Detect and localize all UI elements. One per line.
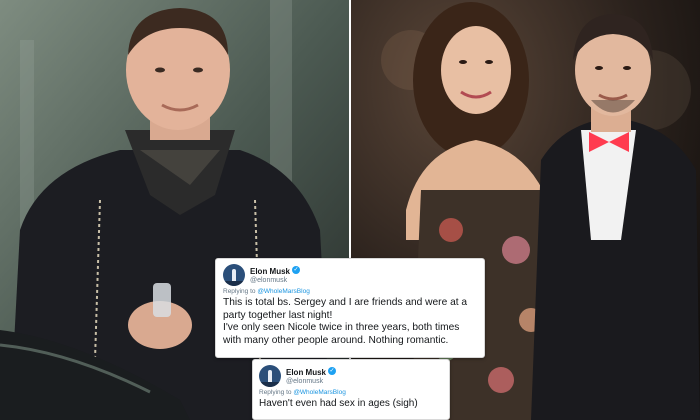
tweet-card[interactable]: Elon Musk ✓ @elonmusk Replying to @WholeM… bbox=[252, 359, 450, 420]
tweet-card[interactable]: Elon Musk ✓ @elonmusk Replying to @WholeM… bbox=[215, 258, 485, 358]
replying-prefix: Replying to bbox=[259, 389, 294, 396]
replying-prefix: Replying to bbox=[223, 288, 258, 295]
rocket-avatar-icon[interactable] bbox=[259, 365, 281, 387]
verified-badge-icon: ✓ bbox=[292, 265, 301, 274]
tweet-header: Elon Musk ✓ @elonmusk bbox=[223, 264, 477, 286]
tweet-author: Elon Musk ✓ @elonmusk bbox=[286, 366, 337, 386]
author-name[interactable]: Elon Musk bbox=[286, 368, 326, 377]
author-handle[interactable]: @elonmusk bbox=[286, 377, 336, 386]
replying-to: Replying to @WholeMarsBlog bbox=[223, 288, 477, 295]
reply-mention-link[interactable]: @WholeMarsBlog bbox=[293, 389, 345, 396]
rocket-avatar-icon[interactable] bbox=[223, 264, 245, 286]
tweet-author: Elon Musk ✓ @elonmusk bbox=[250, 265, 301, 285]
author-name[interactable]: Elon Musk bbox=[250, 267, 290, 276]
rocket-shape bbox=[232, 269, 236, 281]
avatar-ground bbox=[223, 281, 245, 286]
tweet-text-paragraph-2: I've only seen Nicole twice in three yea… bbox=[223, 322, 460, 346]
replying-to: Replying to @WholeMarsBlog bbox=[259, 389, 443, 396]
tweet-text-paragraph-1: Haven't even had sex in ages (sigh) bbox=[259, 398, 418, 409]
tweet-text: This is total bs. Sergey and I are frien… bbox=[223, 297, 477, 347]
tweet-header: Elon Musk ✓ @elonmusk bbox=[259, 365, 443, 387]
tweet-text-paragraph-1: This is total bs. Sergey and I are frien… bbox=[223, 297, 468, 321]
author-handle[interactable]: @elonmusk bbox=[250, 276, 300, 285]
avatar-ground bbox=[259, 382, 281, 387]
rocket-shape bbox=[268, 370, 272, 382]
verified-badge-icon: ✓ bbox=[328, 366, 337, 375]
tweet-text: Haven't even had sex in ages (sigh) bbox=[259, 398, 443, 411]
reply-mention-link[interactable]: @WholeMarsBlog bbox=[257, 288, 309, 295]
